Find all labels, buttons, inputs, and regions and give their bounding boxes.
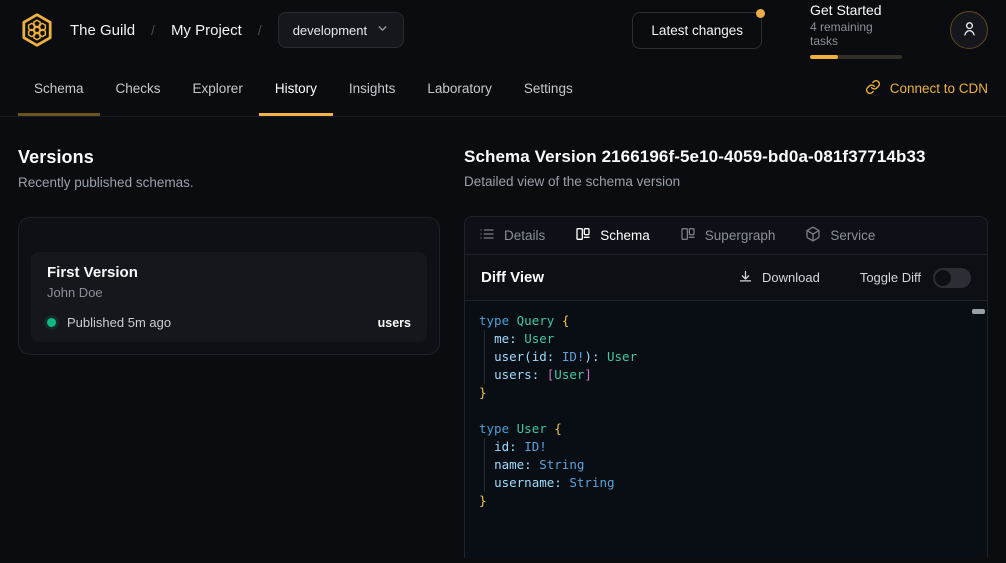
tab-label: Settings bbox=[524, 81, 573, 96]
tab-label: Explorer bbox=[193, 81, 243, 96]
version-author: John Doe bbox=[47, 285, 411, 300]
header-right: Latest changes Get Started 4 remaining t… bbox=[632, 2, 988, 59]
versions-panel: Versions Recently published schemas. Fir… bbox=[18, 147, 440, 563]
get-started-title: Get Started bbox=[810, 2, 902, 18]
version-status: Published 5m ago bbox=[67, 315, 171, 330]
tab-history[interactable]: History bbox=[259, 60, 333, 116]
tab-underline bbox=[259, 113, 333, 116]
brand-name[interactable]: The Guild bbox=[70, 22, 135, 39]
version-list-item[interactable]: First Version John Doe Published 5m ago … bbox=[31, 252, 427, 342]
detail-panel: Details Schema Sup bbox=[464, 216, 988, 558]
schema-version-subtitle: Detailed view of the schema version bbox=[464, 174, 988, 189]
get-started-progress-fill bbox=[810, 55, 838, 59]
tab-label: Insights bbox=[349, 81, 396, 96]
tab-underline bbox=[333, 113, 412, 116]
detail-tab-label: Service bbox=[830, 228, 875, 243]
guild-logo-icon[interactable] bbox=[18, 11, 56, 49]
versions-list-card: First Version John Doe Published 5m ago … bbox=[18, 217, 440, 355]
indent-guide bbox=[484, 438, 485, 492]
download-icon bbox=[738, 269, 753, 287]
schema-code-block: type Query { me: User user(id: ID!): Use… bbox=[465, 301, 987, 558]
code-content: type Query { me: User user(id: ID!): Use… bbox=[479, 312, 967, 510]
breadcrumb-separator: / bbox=[151, 22, 155, 38]
connect-to-cdn-link[interactable]: Connect to CDN bbox=[865, 60, 988, 116]
published-status-dot bbox=[47, 318, 56, 327]
tab-laboratory[interactable]: Laboratory bbox=[411, 60, 508, 116]
notification-dot bbox=[756, 9, 765, 18]
diff-actions: Download Toggle Diff bbox=[738, 268, 971, 288]
avatar[interactable] bbox=[950, 11, 988, 49]
versions-subtitle: Recently published schemas. bbox=[18, 175, 440, 190]
tab-underline bbox=[100, 113, 177, 116]
detail-tab-service[interactable]: Service bbox=[805, 226, 875, 245]
schema-version-title: Schema Version 2166196f-5e10-4059-bd0a-0… bbox=[464, 147, 988, 167]
tab-insights[interactable]: Insights bbox=[333, 60, 412, 116]
schema-version-detail: Schema Version 2166196f-5e10-4059-bd0a-0… bbox=[464, 147, 988, 563]
tab-underline bbox=[508, 113, 589, 116]
panels-icon bbox=[680, 226, 696, 245]
tab-label: Checks bbox=[116, 81, 161, 96]
tab-underline bbox=[411, 113, 508, 116]
latest-changes-label: Latest changes bbox=[651, 23, 743, 38]
detail-tab-details[interactable]: Details bbox=[479, 226, 545, 245]
cube-icon bbox=[805, 226, 821, 245]
version-meta-row: Published 5m ago users bbox=[47, 315, 411, 330]
main-content: Versions Recently published schemas. Fir… bbox=[0, 117, 1006, 563]
tab-label: Laboratory bbox=[427, 81, 492, 96]
tab-checks[interactable]: Checks bbox=[100, 60, 177, 116]
detail-tab-supergraph[interactable]: Supergraph bbox=[680, 226, 776, 245]
tab-settings[interactable]: Settings bbox=[508, 60, 589, 116]
tab-underline bbox=[18, 113, 100, 116]
tab-explorer[interactable]: Explorer bbox=[177, 60, 259, 116]
link-icon bbox=[865, 79, 881, 98]
get-started-subtitle: 4 remaining tasks bbox=[810, 20, 902, 48]
main-nav: Schema Checks Explorer History Insights … bbox=[0, 60, 1006, 117]
detail-tab-schema[interactable]: Schema bbox=[575, 226, 650, 245]
list-icon bbox=[479, 226, 495, 245]
version-name: First Version bbox=[47, 264, 411, 281]
download-button[interactable]: Download bbox=[738, 269, 820, 287]
version-service-badge: users bbox=[378, 316, 411, 330]
breadcrumb-separator: / bbox=[258, 22, 262, 38]
toggle-diff-switch[interactable] bbox=[933, 268, 971, 288]
versions-title: Versions bbox=[18, 147, 440, 168]
tab-schema[interactable]: Schema bbox=[18, 60, 100, 116]
download-label: Download bbox=[762, 270, 820, 285]
diff-view-header: Diff View Download Toggle Diff bbox=[465, 255, 987, 301]
tab-underline bbox=[177, 113, 259, 116]
tab-label: Schema bbox=[34, 81, 84, 96]
panels-icon bbox=[575, 226, 591, 245]
tab-label: History bbox=[275, 81, 317, 96]
chevron-down-icon bbox=[376, 22, 389, 38]
detail-tab-label: Schema bbox=[600, 228, 650, 243]
code-scrollbar-thumb[interactable] bbox=[972, 309, 985, 314]
app-header: The Guild / My Project / development Lat… bbox=[0, 0, 1006, 60]
detail-tab-bar: Details Schema Sup bbox=[465, 217, 987, 255]
target-selector-dropdown[interactable]: development bbox=[278, 12, 404, 48]
latest-changes-button[interactable]: Latest changes bbox=[632, 12, 762, 49]
detail-tab-label: Details bbox=[504, 228, 545, 243]
indent-guide bbox=[484, 330, 485, 384]
breadcrumb-project[interactable]: My Project bbox=[171, 22, 242, 39]
toggle-knob bbox=[935, 270, 951, 286]
toggle-diff-label: Toggle Diff bbox=[860, 270, 921, 285]
user-icon bbox=[961, 20, 978, 40]
diff-view-title: Diff View bbox=[481, 269, 544, 286]
target-selector-value: development bbox=[293, 23, 367, 38]
detail-tab-label: Supergraph bbox=[705, 228, 776, 243]
get-started-progress-bar bbox=[810, 55, 902, 59]
get-started-widget[interactable]: Get Started 4 remaining tasks bbox=[810, 2, 902, 59]
connect-to-cdn-label: Connect to CDN bbox=[890, 81, 988, 96]
